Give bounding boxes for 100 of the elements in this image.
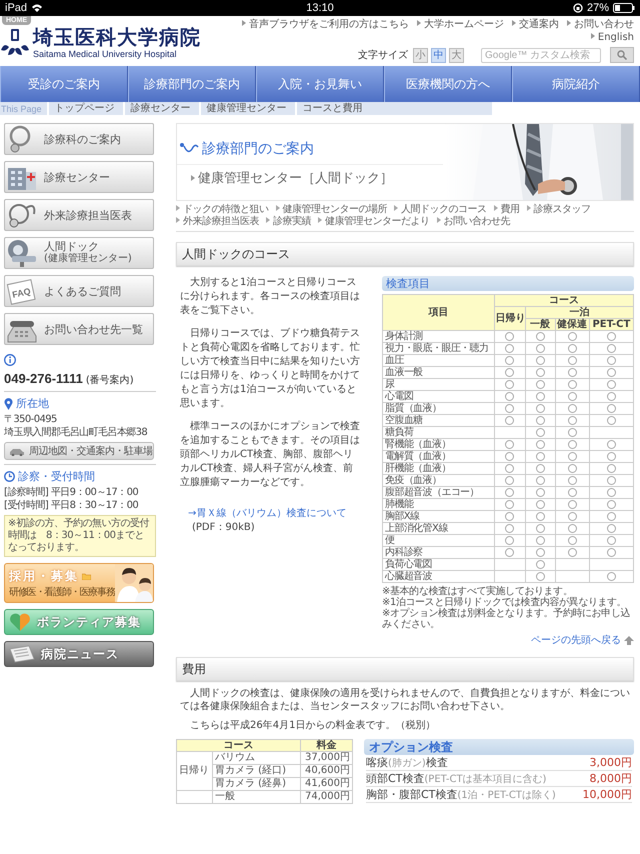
battery-icon — [613, 3, 635, 13]
section-link[interactable]: 外来診療担当医表 — [176, 216, 259, 228]
phone-number: 049-276-1111 — [4, 371, 83, 386]
section-link[interactable]: ドックの特徴と狙い — [176, 204, 268, 216]
table-cell: 内科診察 — [382, 546, 495, 558]
table-cell: 胃カメラ (経鼻) — [212, 778, 300, 790]
table-cell: 負荷心電図 — [382, 558, 495, 570]
hours-note: ※初診の方、予約の無い方の受付時間は 8：30～11：00までとなっております。 — [4, 515, 156, 557]
search-icon — [617, 50, 627, 60]
sidebar-menu-button[interactable]: FAQ よくあるご質問 — [4, 275, 154, 307]
nav-tab[interactable]: 病院紹介 — [512, 66, 640, 102]
paragraph: 日帰りコースでは、ブドウ糖負荷テストと負荷心電図を省略しております。忙しい方で検査当日中に結果を知りたい方には日帰りを、ゆっくりと時間をかけてもと言う方は1泊コースが向いていると思います。 — [180, 327, 361, 411]
column-header: 項目 — [382, 294, 495, 330]
table-title: 検査項目 — [382, 276, 634, 291]
location-pin-icon — [4, 398, 13, 410]
section-link[interactable]: 人間ドックのコース — [394, 204, 486, 216]
section-heading: 費用 — [176, 657, 634, 681]
recruit-banner[interactable]: 採用・募集 研修医・看護師・医療事務 — [4, 563, 154, 603]
heart-icon — [9, 612, 31, 632]
newspaper-icon — [9, 645, 35, 663]
sidebar-menu-button[interactable]: お問い合わせ先一覧 — [4, 313, 154, 345]
battery-percent: 27% — [586, 2, 609, 14]
search-button[interactable] — [610, 47, 634, 63]
back-to-top-link[interactable]: ページの先頭へ戻る — [531, 633, 621, 647]
table-cell: 心電図 — [382, 390, 495, 402]
up-arrow-icon — [624, 636, 634, 644]
breadcrumb-link[interactable]: 健康管理センター — [198, 102, 295, 115]
pdf-link[interactable]: →胃Ｘ線（バリウム）検査について — [188, 506, 362, 520]
section-link[interactable]: 診療スタッフ — [526, 204, 590, 216]
option-price: 3,000円 — [590, 755, 632, 770]
hospital-name: 埼玉医科大学病院 — [33, 26, 201, 49]
section-link[interactable]: 費用 — [494, 204, 520, 216]
font-size-button[interactable]: 中 — [431, 48, 446, 62]
faq-icon: FAQ — [6, 276, 38, 306]
map-button[interactable]: 周辺地図・交通案内・駐車場 — [4, 442, 154, 460]
file-size-note: (PDF：90kB) — [192, 521, 256, 534]
header-link[interactable]: 大学ホームページ — [417, 19, 504, 31]
location-heading: 所在地 — [16, 396, 49, 411]
section-link[interactable]: 健康管理センターの場所 — [276, 204, 387, 216]
paragraph: 人間ドックの検査は、健康保険の適用を受けられませんので、自費負担となりますが、料金については各健康保険組合または、当センタースタッフにお問い合わせ下さい。 — [180, 687, 630, 713]
header-link[interactable]: 交通案内 — [512, 19, 559, 31]
sidebar-menu-button[interactable]: 外来診療担当医表 — [4, 199, 154, 231]
hours-heading: 診察・受付時間 — [18, 469, 95, 484]
table-cell: 血液一般 — [382, 366, 495, 378]
font-size-label: 文字サイズ — [358, 48, 408, 62]
table-cell: 腹部超音波（エコー） — [382, 486, 495, 498]
table-cell: 一般 — [212, 790, 300, 804]
paragraph: 大別すると1泊コースと日帰りコースに分けられます。各コースの検査項目は表をご覧下さい。 — [180, 276, 361, 318]
option-price: 10,000円 — [582, 787, 632, 802]
sidebar-menu-button[interactable]: 診療科のご案内 — [4, 123, 154, 155]
rotation-lock-icon — [572, 3, 583, 13]
device-name: iPad — [5, 2, 28, 14]
table-cell: 腎機能（血液） — [382, 438, 495, 450]
clock-icon — [4, 471, 15, 482]
hours-line: [診察時間] 平日9：00～17：00 — [4, 486, 140, 499]
clock-time: 13:10 — [306, 2, 334, 14]
table-cell: 37,000円 — [300, 752, 352, 764]
footnote: ※オプション検査は別料金となります。予約時にお申し込みください。 — [382, 608, 631, 630]
table-cell: 免疫（血液） — [382, 474, 495, 486]
breadcrumb-current: コースと費用 — [294, 102, 371, 115]
column-header: コース — [494, 294, 634, 306]
folder-icon — [82, 572, 91, 580]
paragraph: 標準コースのほかにオプションで検査を追加することもできます。その項目は頭部ヘリカルCT検査、胸部、腹部ヘリカルCT検査、婦人科子宮がん検査、前立腺腫瘍マーカーなどです。 — [180, 420, 361, 490]
table-cell: 視力・眼底・眼圧・聴力 — [382, 342, 495, 354]
news-banner[interactable]: 病院ニュース — [4, 641, 154, 667]
search-field[interactable]: Google™ カスタム検索 — [481, 48, 601, 62]
header-link[interactable]: English — [590, 32, 634, 44]
table-cell: 電解質（血液） — [382, 450, 495, 462]
sidebar-menu-button[interactable]: 診療センター — [4, 161, 154, 193]
sidebar-menu-button[interactable]: 人間ドック (健康管理センター) — [4, 237, 154, 269]
info-icon — [4, 354, 16, 366]
section-link[interactable]: 診療実績 — [266, 216, 311, 228]
header-link[interactable]: 音声ブラウザをご利用の方はこちら — [242, 19, 409, 31]
option-name: 頭部CT検査(PET-CTは基本項目に含む) — [366, 771, 546, 787]
column-header: 一泊 — [525, 306, 634, 318]
table-cell: 40,600円 — [300, 764, 352, 778]
header-link[interactable]: お問い合わせ — [567, 19, 634, 31]
hospital-english-name: Saitama Medical University Hospital — [33, 49, 178, 59]
breadcrumb-link[interactable]: 診療センター — [122, 102, 199, 115]
postal-code: 〒350-0495 — [4, 413, 58, 426]
table-cell: 血圧 — [382, 354, 495, 366]
column-header: 料金 — [300, 740, 352, 752]
table-cell: 74,000円 — [300, 790, 352, 804]
table-cell: 肝機能（血液） — [382, 462, 495, 474]
section-link[interactable]: 健康管理センターだより — [318, 216, 430, 228]
footnote: ※1泊コースと日帰りドックでは検査内容が異なります。 — [382, 597, 626, 608]
section-link[interactable]: お問い合わせ先 — [436, 216, 510, 228]
breadcrumb-link[interactable]: トップページ — [46, 102, 123, 115]
logo-icon — [0, 28, 30, 58]
phone-note: (番号案内) — [86, 374, 134, 387]
table-cell: 心臓超音波 — [382, 570, 495, 582]
table-cell: 身体計測 — [382, 330, 495, 342]
address: 埼玉県入間郡毛呂山町毛呂本郷38 — [4, 426, 148, 439]
table-cell: 胸部X線 — [382, 510, 495, 522]
hours-line: [受付時間] 平日8：30～17：00 — [4, 499, 140, 512]
column-header: 健保連 — [555, 318, 590, 330]
options-title: オプション検査 — [364, 739, 634, 755]
table-cell: 上部消化管X線 — [382, 522, 495, 534]
table-cell: 尿 — [382, 378, 495, 390]
table-cell: バリウム — [212, 752, 300, 764]
